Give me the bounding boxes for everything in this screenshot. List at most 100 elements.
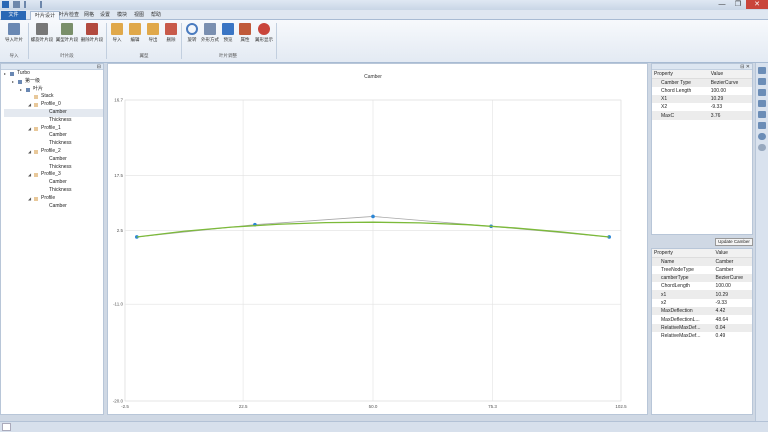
group-label-segment: 叶片段 [60,53,74,58]
pin-icon[interactable]: ⊟ ✕ [740,64,750,70]
pen-icon [204,23,216,35]
tree-node[interactable]: ◢ Profile_3 [4,171,103,179]
property-value[interactable]: BezierCurve [713,273,752,283]
node-property-grid: Property Value Name Camber TreeNodeType Cam… [652,249,752,340]
property-value[interactable]: 0.04 [713,323,752,332]
tree-node[interactable]: Thickness [4,140,103,148]
property-value[interactable]: -9.33 [709,103,752,111]
property-row[interactable]: x2 -9.33 [652,299,752,307]
airfoil-segment-button[interactable]: 翼型叶片段 [55,23,79,43]
tree-node[interactable]: ◢ Profile [4,195,103,203]
property-row[interactable]: Name Camber [652,257,752,266]
property-value[interactable]: 100.00 [714,282,752,290]
airfoil-delete-button[interactable]: 删除 [162,23,180,43]
tree-node[interactable]: Camber [4,156,103,164]
tree-node[interactable]: Stack [4,93,103,101]
save-icon[interactable] [13,1,20,8]
airfoil-import-button[interactable]: 导入 [108,23,126,43]
delete-segment-button[interactable]: 删除叶片段 [80,23,104,43]
redo-icon[interactable] [35,1,42,8]
property-row[interactable]: X1 10.29 [652,94,752,104]
property-row[interactable]: MaxDeflection 4.42 [652,307,752,316]
tree-node[interactable]: ▸ Turbo [4,70,103,78]
maximize-button[interactable]: ❐ [730,0,746,9]
tree-node[interactable]: Thickness [4,117,103,125]
close-button[interactable]: ✕ [746,0,768,9]
airfoil-export-button[interactable]: 导出 [144,23,162,43]
view-bottom-icon[interactable] [758,122,766,129]
tree-node[interactable]: ◢ Profile_2 [4,148,103,156]
tree-node[interactable]: ▸ 叶片 [4,86,103,94]
property-value[interactable]: 10.29 [713,290,752,299]
eye-icon [258,23,270,35]
tab-modules[interactable]: 模块 [113,11,131,20]
airfoil-edit-button[interactable]: 编辑 [126,23,144,43]
property-row[interactable]: MaxC 3.76 [652,111,752,120]
view-back-icon[interactable] [758,111,766,118]
rotate-button[interactable]: 旋转 [182,23,202,43]
import-blade-button[interactable]: 导入叶片 [2,23,26,43]
property-row[interactable]: x1 10.29 [652,290,752,299]
expander-icon[interactable]: ▸ [12,78,14,86]
expander-icon[interactable]: ◢ [28,125,31,133]
minimize-button[interactable]: — [714,0,730,9]
property-row[interactable]: Chord Length 100.00 [652,87,752,95]
tree-node[interactable]: Camber [4,179,103,187]
property-row[interactable]: ChordLength 100.00 [652,282,752,290]
tree-node[interactable]: Camber [4,132,103,140]
property-value[interactable]: 10.29 [708,94,752,104]
property-value[interactable]: Camber [713,257,752,266]
right-toolbar [755,63,768,421]
tab-settings[interactable]: 设置 [96,11,114,20]
tree-node[interactable]: Camber [4,203,103,211]
property-row[interactable]: TreeNodeType Camber [652,266,752,274]
tab-blade-check[interactable]: 叶片检查 [55,11,83,20]
expander-icon[interactable]: ◢ [28,101,31,109]
tree-node[interactable]: Camber [4,108,103,117]
tab-file[interactable]: 文件 [1,11,26,20]
tree-node-label: Profile_1 [41,124,61,131]
property-row[interactable]: RelativeMaxDef... 0.04 [652,323,752,332]
property-row[interactable]: RelativeMaxDef... 0.49 [652,332,752,340]
property-value[interactable]: 48.64 [714,315,752,323]
tab-view[interactable]: 视图 [130,11,148,20]
view-top-icon[interactable] [758,78,766,85]
undo-icon[interactable] [24,1,31,8]
view-side-icon[interactable] [758,89,766,96]
property-value[interactable]: Camber [714,266,752,274]
view-iso-icon[interactable] [758,100,766,107]
expander-icon[interactable]: ▸ [4,70,6,78]
expander-icon[interactable]: ◢ [28,171,31,179]
property-row[interactable]: camberType BezierCurve [652,273,752,283]
update-camber-button[interactable]: Update Camber [715,238,753,246]
spiral-segment-button[interactable]: 螺旋叶片段 [30,23,54,43]
view-front-icon[interactable] [758,67,766,74]
expander-icon[interactable]: ▸ [20,86,22,94]
property-row[interactable]: MaxDeflectionL... 48.64 [652,315,752,323]
property-value[interactable]: 100.00 [709,87,752,95]
x-tick-label: 22.5 [239,404,248,409]
property-row[interactable]: X2 -9.33 [652,103,752,111]
property-value[interactable]: 4.42 [713,307,752,316]
preview-button[interactable]: 预览 [219,23,237,43]
property-value[interactable]: -9.33 [714,299,752,307]
tree-node[interactable]: ▸ 第一级 [4,78,103,86]
tree-node[interactable]: Thickness [4,164,103,172]
shape-mode-button[interactable]: 外形方式 [200,23,220,43]
zoom-icon[interactable] [758,144,766,151]
node-icon [26,87,30,92]
expander-icon[interactable]: ◢ [28,195,31,203]
airfoil-display-button[interactable]: 翼形显示 [254,23,274,43]
property-value[interactable]: 0.49 [714,332,752,340]
property-value[interactable]: 3.76 [708,111,752,120]
expander-icon[interactable]: ◢ [28,148,31,156]
tree-node[interactable]: ◢ Profile_1 [4,125,103,133]
property-row[interactable]: Camber Type BezierCurve [652,78,752,87]
tab-help[interactable]: 帮助 [147,11,165,20]
property-value[interactable]: BezierCurve [708,78,752,87]
properties-button[interactable]: 属性 [236,23,254,43]
tree-node[interactable]: Thickness [4,187,103,195]
globe-icon[interactable] [758,133,766,140]
tree-node[interactable]: ◢ Profile_0 [4,101,103,109]
x-tick-label: 75.3 [488,404,497,409]
